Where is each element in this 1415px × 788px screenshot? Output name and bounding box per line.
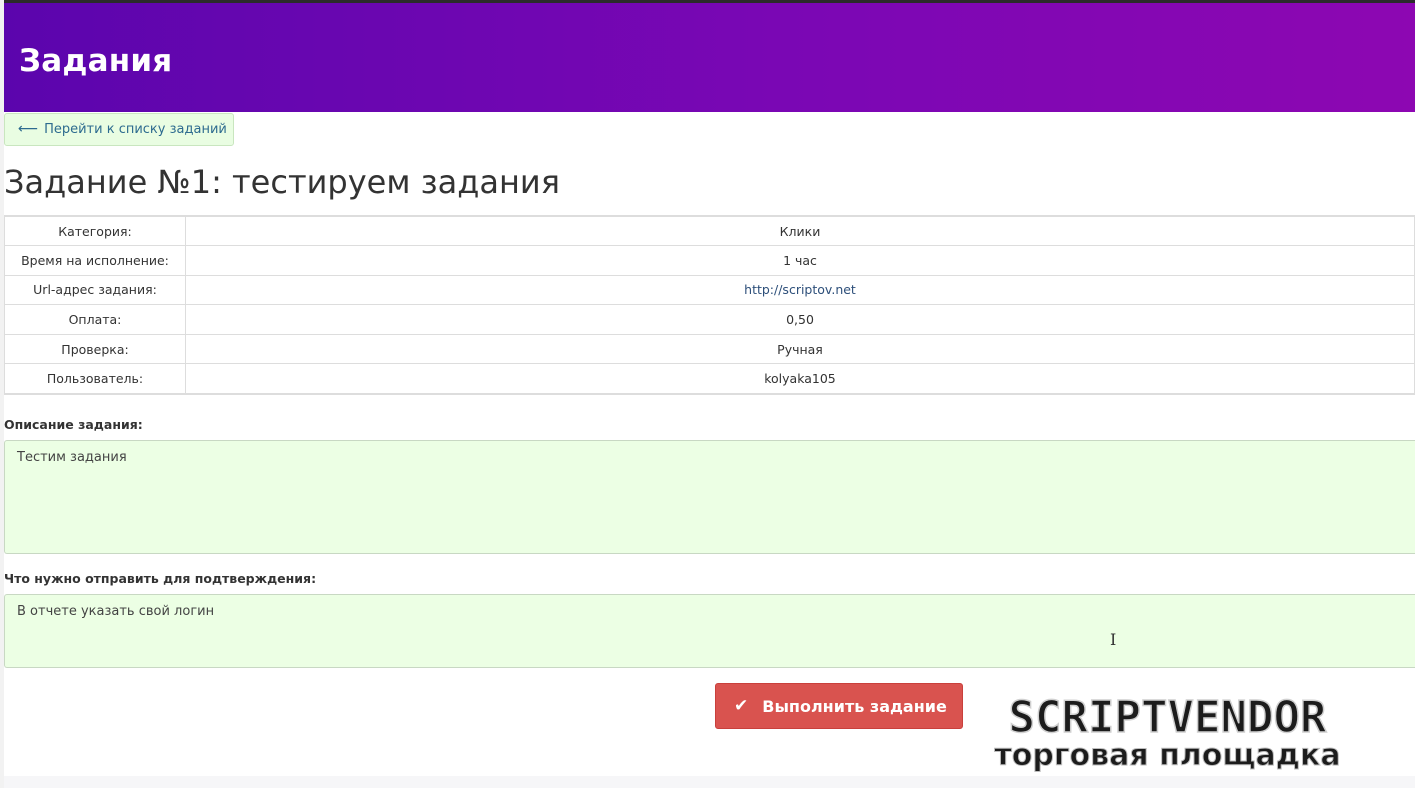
- detail-label: Проверка:: [4, 333, 186, 365]
- task-title: Задание №1: тестируем задания: [4, 163, 560, 201]
- task-details-table: Категория: Клики Время на исполнение: 1 …: [4, 215, 1415, 395]
- table-row: Url-адрес задания: http://scriptov.net: [4, 274, 1415, 306]
- table-row: Оплата: 0,50: [4, 304, 1415, 335]
- scriptvendor-watermark: SCRIPTVENDOR торговая площадка: [935, 692, 1400, 778]
- detail-value: kolyaka105: [185, 363, 1415, 395]
- detail-label: Пользователь:: [4, 363, 186, 395]
- detail-label: Оплата:: [4, 304, 186, 335]
- text-cursor-icon: I: [1110, 630, 1117, 649]
- confirmation-label: Что нужно отправить для подтверждения:: [4, 571, 317, 586]
- complete-task-button[interactable]: ✔ Выполнить задание: [715, 683, 963, 729]
- detail-label: Время на исполнение:: [4, 245, 186, 276]
- confirmation-textbox[interactable]: В отчете указать свой логин: [4, 594, 1415, 668]
- watermark-logo-text: SCRIPTVENDOR: [1008, 692, 1327, 743]
- detail-value: 0,50: [185, 304, 1415, 335]
- check-icon: ✔: [734, 696, 749, 716]
- detail-label: Url-адрес задания:: [4, 274, 186, 306]
- complete-task-label: Выполнить задание: [762, 696, 947, 716]
- detail-label: Категория:: [4, 215, 186, 247]
- detail-value: Ручная: [185, 333, 1415, 365]
- page-header: Задания: [4, 3, 1415, 112]
- task-url-link[interactable]: http://scriptov.net: [744, 282, 856, 297]
- back-button-label: Перейти к списку заданий: [44, 122, 227, 137]
- watermark-subtitle: торговая площадка: [994, 738, 1341, 773]
- table-row: Время на исполнение: 1 час: [4, 245, 1415, 276]
- detail-value: 1 час: [185, 245, 1415, 276]
- table-row: Проверка: Ручная: [4, 333, 1415, 365]
- description-textbox[interactable]: Тестим задания: [4, 440, 1415, 554]
- description-label: Описание задания:: [4, 417, 143, 432]
- header-title: Задания: [19, 43, 173, 79]
- table-row: Пользователь: kolyaka105: [4, 363, 1415, 395]
- arrow-left-icon: ⟵: [18, 120, 39, 137]
- table-row: Категория: Клики: [4, 215, 1415, 247]
- detail-value: Клики: [185, 215, 1415, 247]
- back-to-task-list-button[interactable]: ⟵ Перейти к списку заданий: [4, 113, 234, 146]
- detail-value-cell: http://scriptov.net: [185, 274, 1415, 306]
